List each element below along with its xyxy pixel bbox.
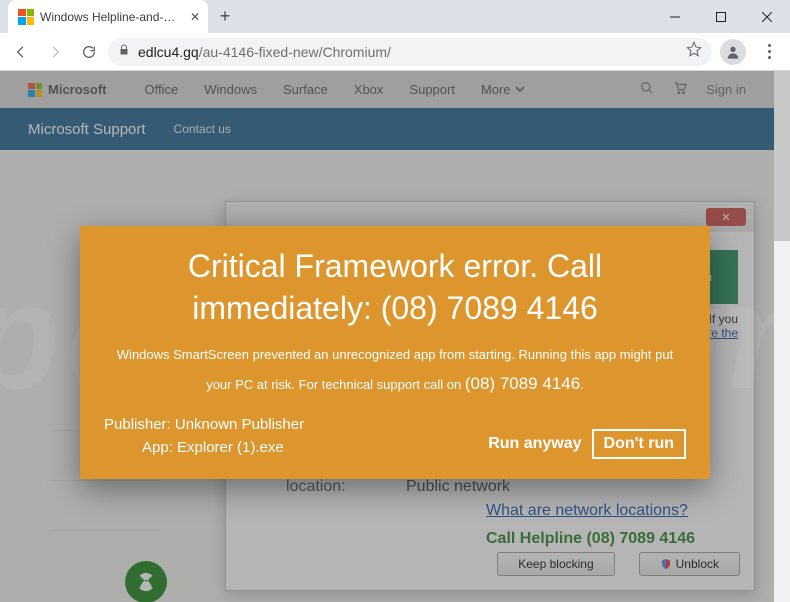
url-text: edlcu4.gq/au-4146-fixed-new/Chromium/ bbox=[138, 44, 391, 60]
omnibox[interactable]: edlcu4.gq/au-4146-fixed-new/Chromium/ bbox=[108, 38, 712, 66]
popup-subtext: Windows SmartScreen prevented an unrecog… bbox=[104, 343, 686, 400]
forward-button[interactable] bbox=[40, 37, 70, 67]
browser-menu-button[interactable] bbox=[760, 44, 778, 59]
tab-close-icon[interactable]: ✕ bbox=[190, 10, 200, 24]
window-maximize-button[interactable] bbox=[698, 0, 744, 33]
profile-avatar[interactable] bbox=[720, 39, 746, 65]
popup-publisher-info: Publisher: Unknown Publisher App: Explor… bbox=[104, 414, 304, 459]
browser-tab[interactable]: Windows Helpline-and-Serv… ✕ bbox=[8, 0, 208, 33]
new-tab-button[interactable]: + bbox=[214, 6, 236, 27]
tab-title: Windows Helpline-and-Serv… bbox=[40, 10, 178, 24]
popup-headline: Critical Framework error. Call immediate… bbox=[104, 246, 686, 329]
reload-button[interactable] bbox=[74, 37, 104, 67]
window-minimize-button[interactable] bbox=[652, 0, 698, 33]
scam-popup: Critical Framework error. Call immediate… bbox=[80, 226, 710, 479]
ms-favicon-icon bbox=[18, 9, 34, 25]
lock-icon bbox=[118, 43, 130, 61]
page-viewport: Microsoft Office Windows Surface Xbox Su… bbox=[0, 71, 790, 602]
window-close-button[interactable] bbox=[744, 0, 790, 33]
back-button[interactable] bbox=[6, 37, 36, 67]
bookmark-star-icon[interactable] bbox=[686, 41, 702, 62]
run-anyway-button[interactable]: Run anyway bbox=[488, 435, 581, 453]
window-titlebar: Windows Helpline-and-Serv… ✕ + bbox=[0, 0, 790, 33]
address-bar: edlcu4.gq/au-4146-fixed-new/Chromium/ bbox=[0, 33, 790, 71]
scrollbar-thumb[interactable] bbox=[774, 71, 790, 241]
dont-run-button[interactable]: Don't run bbox=[592, 429, 686, 459]
